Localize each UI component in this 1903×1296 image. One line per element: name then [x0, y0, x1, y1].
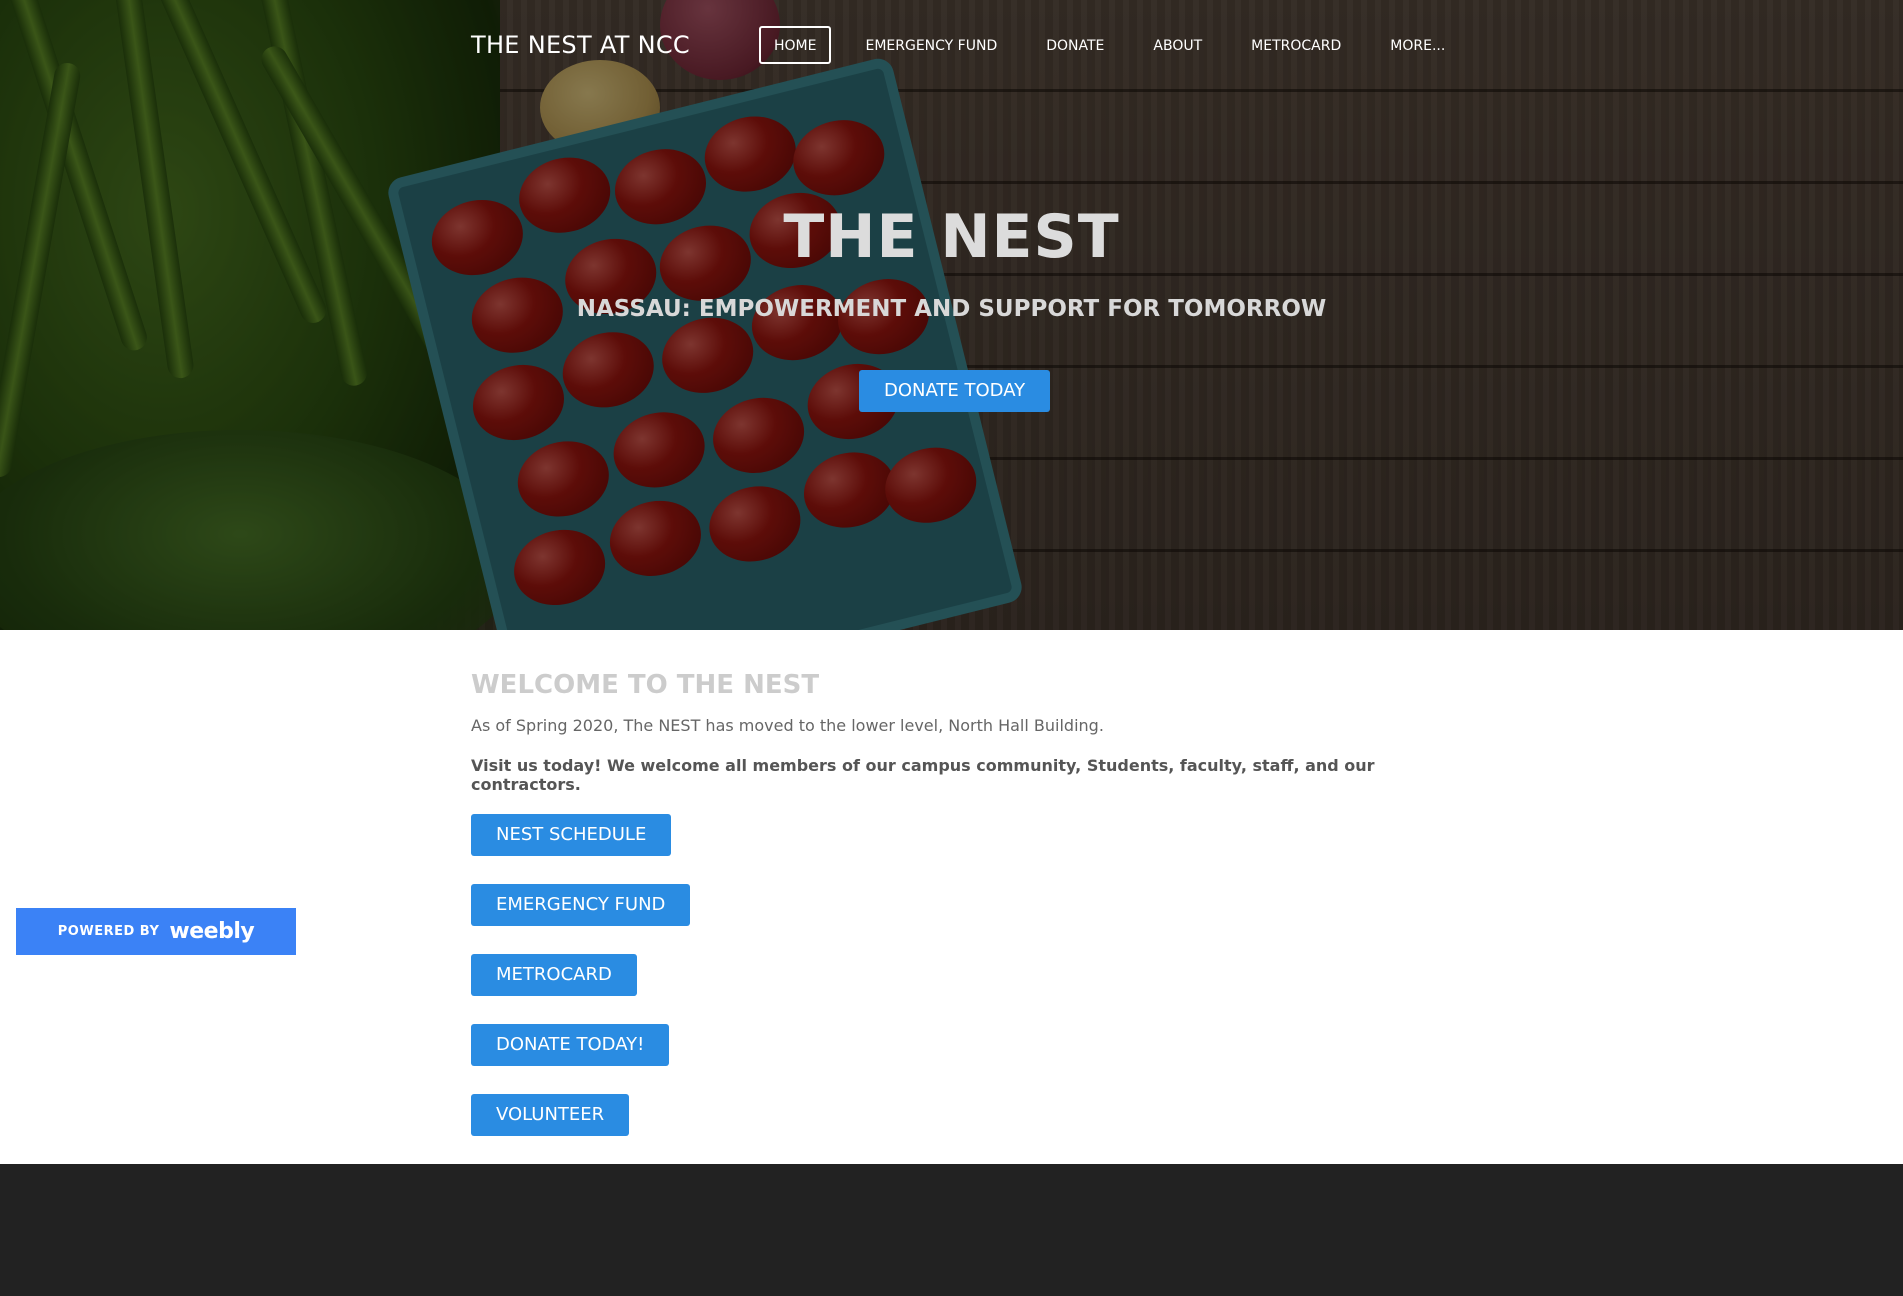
- hero-subtitle: NASSAU: EMPOWERMENT AND SUPPORT FOR TOMO…: [576, 296, 1327, 322]
- nest-schedule-button[interactable]: NEST SCHEDULE: [471, 814, 672, 856]
- nav-more[interactable]: MORE...: [1375, 26, 1460, 64]
- action-buttons: NEST SCHEDULE EMERGENCY FUND METROCARD D…: [471, 814, 1471, 1136]
- donate-today-button[interactable]: DONATE TODAY!: [471, 1024, 670, 1066]
- location-paragraph: As of Spring 2020, The NEST has moved to…: [471, 716, 1104, 735]
- volunteer-button[interactable]: VOLUNTEER: [471, 1094, 630, 1136]
- welcome-heading: WELCOME TO THE NEST: [471, 670, 820, 700]
- nav-emergency-fund[interactable]: EMERGENCY FUND: [850, 26, 1012, 64]
- powered-by-label: POWERED BY: [57, 924, 160, 939]
- hero-donate-button[interactable]: DONATE TODAY: [859, 370, 1051, 412]
- site-title[interactable]: THE NEST AT NCC: [471, 31, 690, 59]
- nav-donate[interactable]: DONATE: [1031, 26, 1119, 64]
- powered-by-weebly-badge[interactable]: POWERED BY weebly: [16, 908, 296, 955]
- page-footer: [0, 1164, 1903, 1296]
- welcome-paragraph: Visit us today! We welcome all members o…: [471, 756, 1375, 794]
- nav-home[interactable]: HOME: [759, 26, 832, 64]
- nav-metrocard[interactable]: METROCARD: [1236, 26, 1356, 64]
- hero-banner: THE NEST AT NCC HOME EMERGENCY FUND DONA…: [0, 0, 1903, 630]
- weebly-logo: weebly: [169, 919, 255, 944]
- metrocard-button[interactable]: METROCARD: [471, 954, 637, 996]
- nav-about[interactable]: ABOUT: [1138, 26, 1217, 64]
- hero-title: THE NEST: [783, 202, 1120, 272]
- emergency-fund-button[interactable]: EMERGENCY FUND: [471, 884, 691, 926]
- main-nav: HOME EMERGENCY FUND DONATE ABOUT METROCA…: [759, 26, 1479, 64]
- main-content: WELCOME TO THE NEST As of Spring 2020, T…: [471, 670, 1471, 1164]
